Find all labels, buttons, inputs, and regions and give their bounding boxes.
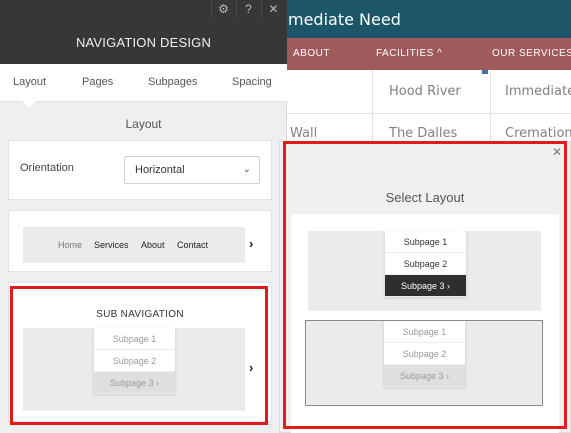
tab-pages[interactable]: Pages [82,76,113,88]
subnav-item: Subpage 1 [385,231,466,253]
tab-layout[interactable]: Layout [13,76,46,88]
grid-divider [372,70,373,150]
section-title: Layout [125,117,162,131]
nav-preview [23,227,245,263]
close-icon[interactable]: ✕ [552,145,562,159]
site-nav-about[interactable]: ABOUT [293,48,330,59]
site-nav-facilities[interactable]: FACILITIES ^ [376,48,442,59]
subnav-item: Subpage 2 [385,253,466,275]
close-icon[interactable]: ✕ [261,0,285,18]
gear-icon[interactable]: ⚙ [211,0,235,18]
panel-tabs: Layout Pages Subpages Spacing [0,64,287,102]
preview-link-contact: Contact [177,240,209,250]
subnav-item: Subpage 2 [94,350,175,372]
orientation-label: Orientation [20,162,74,174]
chevron-down-icon: ⌄ [242,164,251,175]
tab-spacing[interactable]: Spacing [232,76,272,88]
popup-title: Select Layout [385,190,465,205]
subnav-item-active: Subpage 3 › [384,365,465,387]
sub-navigation-title: SUB NAVIGATION [96,309,184,320]
subnav-menu: Subpage 1 Subpage 2 Subpage 3 › [94,328,175,394]
navigation-design-panel: ⚙ ? ✕ NAVIGATION DESIGN Layout Pages Sub… [0,0,287,433]
layout-option-1-menu: Subpage 1 Subpage 2 Subpage 3 › [385,231,466,297]
panel-topbar: ⚙ ? ✕ [0,0,287,18]
subnav-item-active: Subpage 3 › [94,372,175,394]
orientation-value: Horizontal [135,164,185,176]
grid-cell: Immediate [505,84,571,99]
subnav-item-active: Subpage 3 › [385,275,466,297]
preview-link-home: Home [58,240,83,250]
orientation-select[interactable]: Horizontal ⌄ [124,156,260,184]
grid-cell: The Dalles [389,126,458,141]
chevron-right-icon[interactable]: › [249,360,253,375]
help-icon[interactable]: ? [236,0,260,18]
subnav-item: Subpage 2 [384,343,465,365]
grid-cell: Hood River [389,84,461,99]
panel-title: NAVIGATION DESIGN [0,18,287,64]
tab-subpages[interactable]: Subpages [148,76,198,88]
grid-divider [490,70,491,150]
preview-link-about: About [141,240,165,250]
subnav-item: Subpage 1 [384,321,465,343]
chevron-right-icon[interactable]: › [249,236,253,251]
site-title: mediate Need [288,10,401,29]
preview-link-services: Services [94,240,129,250]
layout-option-2-menu: Subpage 1 Subpage 2 Subpage 3 › [384,321,465,387]
active-tab-caret [22,101,36,108]
nav-active-indicator [482,70,488,74]
grid-divider [286,113,571,114]
site-nav-our-services[interactable]: OUR SERVICES [492,48,571,59]
subnav-item: Subpage 1 [94,328,175,350]
grid-cell: Wall [290,126,318,141]
grid-cell: Cremation [505,126,571,141]
